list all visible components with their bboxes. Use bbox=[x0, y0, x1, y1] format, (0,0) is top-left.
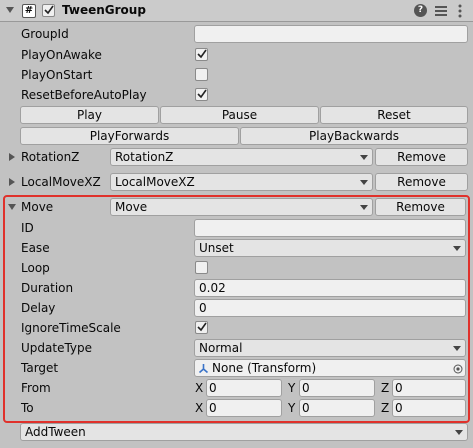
component-title: TweenGroup bbox=[62, 3, 146, 17]
chevron-down-icon bbox=[360, 205, 368, 210]
preset-icon[interactable] bbox=[434, 4, 448, 21]
play-forwards-button[interactable]: PlayForwards bbox=[20, 127, 239, 145]
help-icon[interactable]: ? bbox=[414, 4, 427, 17]
loop-label: Loop bbox=[21, 261, 50, 275]
rotation-z-foldout-icon[interactable] bbox=[9, 153, 15, 161]
rotation-z-label: RotationZ bbox=[21, 150, 80, 164]
local-move-xz-type-dropdown[interactable]: LocalMoveXZ bbox=[110, 173, 373, 191]
target-label: Target bbox=[21, 361, 59, 375]
local-move-xz-remove-button[interactable]: Remove bbox=[375, 173, 468, 191]
update-type-label: UpdateType bbox=[21, 341, 93, 355]
to-y-label: Y bbox=[288, 401, 296, 415]
object-picker-icon[interactable] bbox=[453, 363, 463, 377]
move-foldout-icon[interactable] bbox=[8, 204, 16, 210]
to-z-label: Z bbox=[381, 401, 390, 415]
chevron-down-icon bbox=[453, 346, 461, 351]
move-id-input[interactable] bbox=[194, 219, 466, 237]
move-type-value: Move bbox=[115, 200, 148, 214]
local-move-xz-foldout-icon[interactable] bbox=[9, 178, 15, 186]
move-id-label: ID bbox=[21, 221, 34, 235]
add-tween-dropdown[interactable]: AddTween bbox=[20, 423, 468, 441]
context-menu-icon[interactable] bbox=[457, 3, 463, 22]
duration-label: Duration bbox=[21, 281, 74, 295]
local-move-xz-type-value: LocalMoveXZ bbox=[115, 175, 195, 189]
ease-dropdown[interactable]: Unset bbox=[194, 239, 466, 257]
chevron-down-icon bbox=[360, 155, 368, 160]
ignore-time-scale-checkbox[interactable] bbox=[195, 321, 208, 334]
enabled-checkbox[interactable] bbox=[42, 4, 55, 17]
play-on-start-label: PlayOnStart bbox=[21, 68, 93, 82]
play-on-start-checkbox[interactable] bbox=[195, 68, 208, 81]
from-z-input[interactable]: 0 bbox=[392, 379, 466, 397]
from-label: From bbox=[21, 381, 51, 395]
to-x-label: X bbox=[195, 401, 204, 415]
ease-label: Ease bbox=[21, 241, 50, 255]
foldout-arrow-icon[interactable] bbox=[6, 7, 14, 13]
from-y-input[interactable]: 0 bbox=[299, 379, 375, 397]
delay-input[interactable]: 0 bbox=[194, 299, 466, 317]
group-id-label: GroupId bbox=[21, 27, 69, 41]
to-z-input[interactable]: 0 bbox=[392, 399, 466, 417]
ease-value: Unset bbox=[199, 241, 234, 255]
pause-button[interactable]: Pause bbox=[160, 106, 319, 124]
delay-label: Delay bbox=[21, 301, 56, 315]
ignore-time-scale-label: IgnoreTimeScale bbox=[21, 321, 121, 335]
play-on-awake-label: PlayOnAwake bbox=[21, 48, 102, 62]
play-button[interactable]: Play bbox=[20, 106, 159, 124]
component-header: # TweenGroup ? bbox=[0, 0, 473, 22]
update-type-dropdown[interactable]: Normal bbox=[194, 339, 466, 357]
add-tween-label: AddTween bbox=[25, 425, 86, 439]
move-label: Move bbox=[21, 200, 54, 214]
rotation-z-type-dropdown[interactable]: RotationZ bbox=[110, 148, 373, 166]
to-y-input[interactable]: 0 bbox=[299, 399, 375, 417]
play-backwards-button[interactable]: PlayBackwards bbox=[240, 127, 468, 145]
target-object-field[interactable]: None (Transform) bbox=[194, 359, 466, 377]
group-id-input[interactable] bbox=[194, 25, 468, 43]
from-x-input[interactable]: 0 bbox=[206, 379, 282, 397]
to-x-input[interactable]: 0 bbox=[206, 399, 282, 417]
chevron-down-icon bbox=[360, 180, 368, 185]
rotation-z-type-value: RotationZ bbox=[115, 150, 174, 164]
update-type-value: Normal bbox=[199, 341, 243, 355]
local-move-xz-label: LocalMoveXZ bbox=[21, 175, 101, 189]
chevron-down-icon bbox=[453, 246, 461, 251]
reset-before-auto-play-label: ResetBeforeAutoPlay bbox=[21, 88, 147, 102]
from-z-label: Z bbox=[381, 381, 390, 395]
script-icon: # bbox=[22, 4, 36, 18]
from-y-label: Y bbox=[288, 381, 296, 395]
duration-input[interactable]: 0.02 bbox=[194, 279, 466, 297]
reset-button[interactable]: Reset bbox=[320, 106, 468, 124]
play-on-awake-checkbox[interactable] bbox=[195, 48, 208, 61]
target-value: None (Transform) bbox=[212, 361, 317, 375]
from-x-label: X bbox=[195, 381, 204, 395]
transform-icon bbox=[198, 363, 209, 377]
to-label: To bbox=[21, 401, 34, 415]
loop-checkbox[interactable] bbox=[195, 261, 208, 274]
chevron-down-icon bbox=[455, 430, 463, 435]
move-remove-button[interactable]: Remove bbox=[375, 198, 466, 216]
rotation-z-remove-button[interactable]: Remove bbox=[375, 148, 468, 166]
reset-before-auto-play-checkbox[interactable] bbox=[195, 88, 208, 101]
move-type-dropdown[interactable]: Move bbox=[110, 198, 373, 216]
